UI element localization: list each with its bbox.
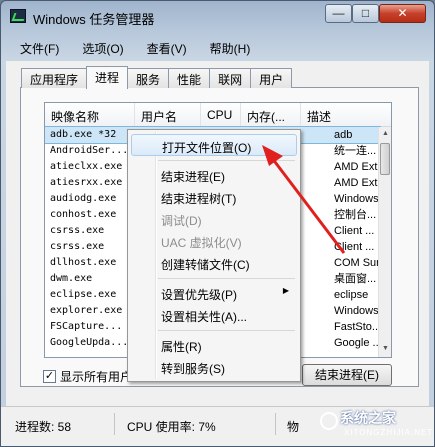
site-watermark: 系统之家 XITONGZHIJIA.NET (320, 406, 432, 444)
watermark-subtext: XITONGZHIJIA.NET (344, 428, 434, 437)
watermark-text: 系统之家 (340, 410, 396, 426)
annotation-arrow-head-icon (262, 145, 283, 166)
annotation-arrow (262, 145, 346, 254)
watermark-logo-icon (320, 412, 338, 430)
annotation-arrow-shaft (270, 157, 346, 254)
